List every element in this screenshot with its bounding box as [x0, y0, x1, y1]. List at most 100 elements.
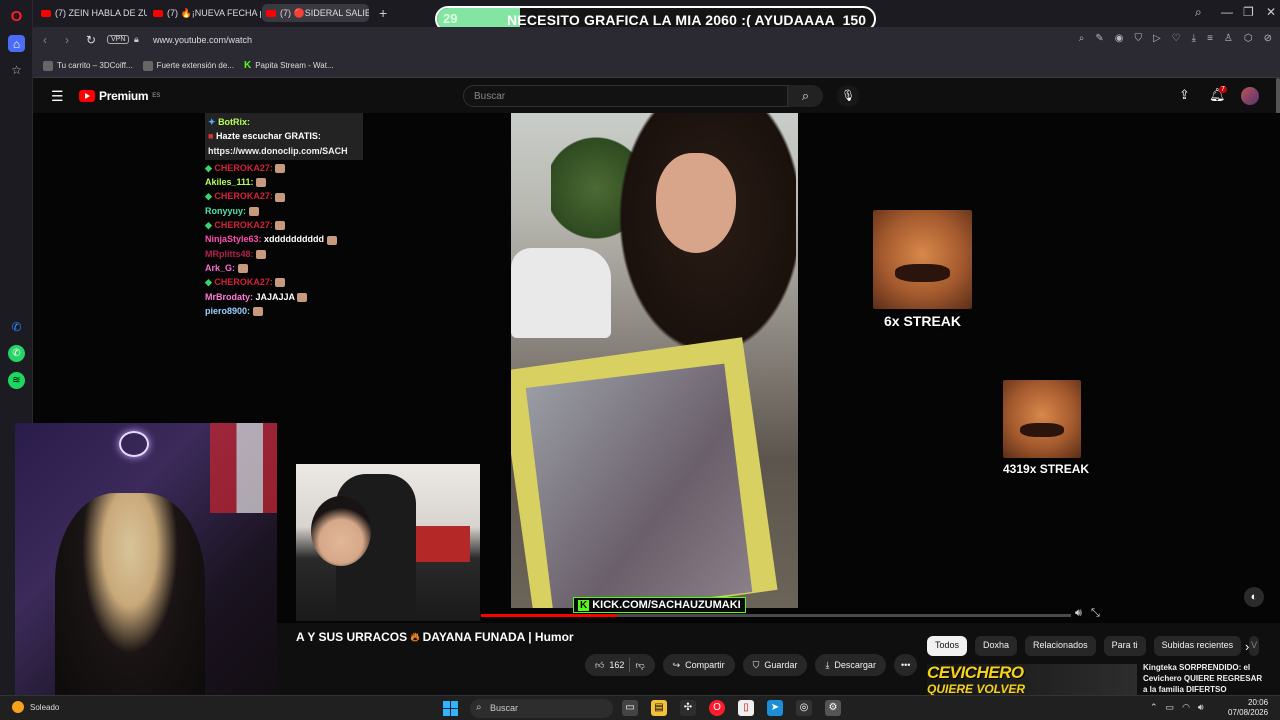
- reload-button[interactable]: ↻: [86, 33, 96, 47]
- search-icon[interactable]: ⌕: [1079, 33, 1085, 44]
- close-button[interactable]: ✕: [1266, 5, 1276, 19]
- save-button[interactable]: ⛉ Guardar: [742, 654, 808, 676]
- like-icon[interactable]: 👍︎: [595, 660, 604, 671]
- search-tabs-icon[interactable]: ⌕: [1195, 5, 1202, 20]
- chip-todos[interactable]: Todos: [927, 636, 968, 656]
- create-upload-icon[interactable]: ⇪: [1179, 87, 1190, 103]
- chip-partial[interactable]: V: [1249, 636, 1260, 656]
- recommended-video-title[interactable]: Kingteka SORPRENDIDO: el Cevichero QUIER…: [1143, 662, 1263, 695]
- search-button[interactable]: ⌕: [788, 85, 823, 107]
- tab-3-active[interactable]: (7) 🔴SIDERAL SALIE: [262, 4, 369, 22]
- whatsapp-icon[interactable]: ✆: [8, 345, 25, 362]
- vpn-badge[interactable]: VPN: [107, 35, 130, 44]
- bookmark-2-label: Fuerte extensión de...: [156, 61, 234, 70]
- chip-relacionados[interactable]: Relacionados: [1025, 636, 1096, 656]
- bookmark-3[interactable]: K Papita Stream - Wat...: [244, 60, 334, 71]
- shield-icon[interactable]: ⛉: [1134, 33, 1142, 44]
- download-button[interactable]: ⤓ Descargar: [815, 654, 886, 676]
- tray-chevron-icon[interactable]: ⌃: [1150, 702, 1158, 713]
- chat-username: CHEROKA27:: [214, 162, 273, 173]
- download-icon[interactable]: ⤓: [1192, 33, 1196, 44]
- video-player[interactable]: ✦ BotRix: ■ Hazte escuchar GRATIS: https…: [15, 113, 1280, 705]
- chip-para-ti[interactable]: Para ti: [1103, 636, 1146, 656]
- search-input[interactable]: Buscar: [463, 85, 788, 107]
- aria-icon[interactable]: ⊘: [1264, 33, 1272, 44]
- avatar[interactable]: [1241, 87, 1259, 105]
- obs-icon[interactable]: ◎: [796, 700, 812, 716]
- maximize-button[interactable]: ❐: [1243, 5, 1254, 19]
- exit-fullscreen-icon[interactable]: ⤡: [1091, 607, 1100, 620]
- workspace-icon[interactable]: ☆: [8, 61, 25, 78]
- download-icon: ⤓: [825, 659, 830, 670]
- heart-icon[interactable]: ♡: [1172, 33, 1181, 44]
- opera-logo-icon[interactable]: O: [8, 8, 25, 25]
- speaker-icon[interactable]: 🔊︎: [1198, 702, 1204, 713]
- diamond-badge-icon: ◆: [205, 220, 215, 231]
- search-icon: ⌕: [476, 702, 482, 713]
- video-progress-bar[interactable]: [481, 614, 1071, 617]
- bookmark-2[interactable]: Fuerte extensión de...: [142, 60, 234, 71]
- chip-subidas-recientes[interactable]: Subidas recientes: [1153, 636, 1242, 656]
- chat-message: ◆ CHEROKA27:: [205, 218, 365, 232]
- bookmark-1-label: Tu carrito – 3DCoiff...: [57, 61, 133, 70]
- back-button[interactable]: ‹: [43, 33, 47, 47]
- menu-icon[interactable]: ≡: [1207, 33, 1213, 44]
- notepad-icon[interactable]: ▯: [738, 700, 754, 716]
- new-tab-button[interactable]: +: [379, 5, 387, 21]
- tab-1[interactable]: (7) ZEIN HABLA DE ZULLY: [37, 4, 147, 22]
- dislike-icon[interactable]: 👎︎: [635, 660, 644, 671]
- bookmark-1[interactable]: Tu carrito – 3DCoiff...: [43, 60, 133, 71]
- recommendation-chips: Todos Doxha Relacionados Para ti Subidas…: [927, 636, 1260, 656]
- minimize-button[interactable]: —: [1221, 5, 1233, 19]
- windows-start-icon[interactable]: [443, 701, 458, 716]
- streak-2: 4319x STREAK: [1003, 380, 1089, 476]
- like-count[interactable]: 162: [609, 660, 624, 670]
- share-button[interactable]: ↪ Compartir: [662, 654, 735, 676]
- video-progress-fill: [481, 614, 617, 617]
- youtube-favicon-icon: [153, 9, 163, 17]
- chat-username: MrBrodaty:: [205, 291, 254, 302]
- wifi-icon[interactable]: ◠: [1182, 702, 1190, 713]
- messenger-icon[interactable]: ✆: [8, 318, 25, 335]
- opera-taskbar-icon[interactable]: O: [709, 700, 725, 716]
- voice-search-button[interactable]: 🎙︎: [837, 85, 859, 107]
- chat-message: piero8900:: [205, 304, 365, 318]
- volume-icon[interactable]: 🔊︎: [1075, 607, 1082, 620]
- chat-emote-icon: [256, 178, 267, 188]
- chat-username: CHEROKA27:: [214, 277, 273, 288]
- autoplay-toggle[interactable]: ◐: [1244, 587, 1264, 607]
- extensions-icon[interactable]: ⬡: [1244, 33, 1253, 44]
- streak-1: 6x STREAK: [873, 210, 972, 329]
- settings-gear-icon[interactable]: ⚙: [825, 700, 841, 716]
- youtube-logo[interactable]: Premium ES: [79, 89, 160, 103]
- chips-next-chevron-icon[interactable]: ›: [1245, 639, 1249, 654]
- file-explorer-icon[interactable]: ▤: [651, 700, 667, 716]
- kick-icon: K: [243, 60, 252, 71]
- camera-icon[interactable]: ◉: [1115, 33, 1124, 44]
- system-clock[interactable]: 20:06 07/08/2026: [1228, 698, 1268, 718]
- more-actions-button[interactable]: •••: [893, 654, 918, 676]
- taskbar-search[interactable]: ⌕ Buscar: [470, 699, 613, 718]
- chat-emote-icon: [275, 164, 286, 174]
- task-view-icon[interactable]: ▭: [622, 700, 638, 716]
- recommended-video-thumbnail[interactable]: CEVICHERO QUIERE VOLVER: [927, 664, 1137, 695]
- editor-app-icon[interactable]: ✣: [680, 700, 696, 716]
- play-icon[interactable]: ▷: [1153, 33, 1161, 44]
- url-field[interactable]: www.youtube.com/watch: [153, 35, 252, 45]
- lock-icon[interactable]: 🔒︎: [134, 34, 139, 45]
- hamburger-menu-icon[interactable]: ☰: [51, 88, 64, 105]
- display-icon[interactable]: ▭: [1166, 702, 1175, 713]
- chip-doxha[interactable]: Doxha: [975, 636, 1018, 656]
- telegram-icon[interactable]: ➤: [767, 700, 783, 716]
- forward-button[interactable]: ›: [65, 33, 69, 47]
- youtube-premium-wordmark: Premium: [99, 89, 149, 103]
- clip-drawing: [525, 363, 753, 608]
- spotify-icon[interactable]: ≋: [8, 372, 25, 389]
- tab-2[interactable]: (7) 🔥¡NUEVA FECHA par: [149, 4, 261, 22]
- chat-emote-icon: [275, 192, 286, 202]
- weather-widget[interactable]: Soleado: [12, 701, 59, 713]
- edit-icon[interactable]: ✎: [1095, 33, 1103, 44]
- home-workspace-icon[interactable]: ⌂: [8, 35, 25, 52]
- account-icon[interactable]: ♙: [1224, 33, 1233, 44]
- youtube-play-icon: [79, 90, 95, 102]
